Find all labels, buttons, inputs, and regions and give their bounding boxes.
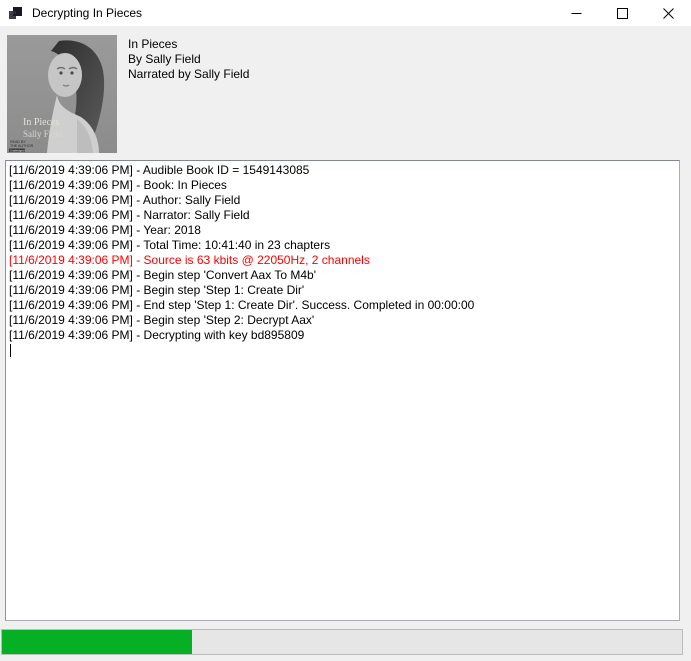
maximize-icon: [617, 8, 628, 19]
maximize-button[interactable]: [599, 0, 645, 26]
book-author: By Sally Field: [128, 52, 249, 67]
close-button[interactable]: [645, 0, 691, 26]
book-info: In Pieces By Sally Field Narrated by Sal…: [128, 37, 249, 82]
app-window: Decrypting In Pieces: [0, 0, 691, 661]
book-title: In Pieces: [128, 37, 249, 52]
log-textbox[interactable]: [11/6/2019 4:39:06 PM] - Audible Book ID…: [5, 160, 680, 621]
log-line: [11/6/2019 4:39:06 PM] - Total Time: 10:…: [9, 238, 676, 253]
book-narrator: Narrated by Sally Field: [128, 67, 249, 82]
log-line: [11/6/2019 4:39:06 PM] - Begin step 'Ste…: [9, 313, 676, 328]
close-icon: [663, 8, 674, 19]
log-line: [11/6/2019 4:39:06 PM] - Decrypting with…: [9, 328, 676, 343]
titlebar[interactable]: Decrypting In Pieces: [0, 0, 691, 26]
log-line: [11/6/2019 4:39:06 PM] - Author: Sally F…: [9, 193, 676, 208]
cover-badge-bottom: THE AUTHOR: [10, 144, 34, 148]
cover-face-shape: [48, 53, 82, 97]
log-line: [11/6/2019 4:39:06 PM] - Audible Book ID…: [9, 163, 676, 178]
cover-title-text: In Pieces: [23, 117, 59, 128]
cover-author-text: Sally Field: [23, 129, 63, 139]
log-line: [11/6/2019 4:39:06 PM] - Year: 2018: [9, 223, 676, 238]
log-line: [11/6/2019 4:39:06 PM] - Narrator: Sally…: [9, 208, 676, 223]
window-title: Decrypting In Pieces: [32, 6, 142, 20]
progress-bar: [1, 629, 683, 655]
window-controls: [553, 0, 691, 26]
cover-badge-footer: Unabridged: [10, 148, 25, 152]
log-line: [11/6/2019 4:39:06 PM] - Begin step 'Ste…: [9, 283, 676, 298]
app-icon: [8, 5, 24, 21]
log-line: [11/6/2019 4:39:06 PM] - Begin step 'Con…: [9, 268, 676, 283]
log-line: [11/6/2019 4:39:06 PM] - End step 'Step …: [9, 298, 676, 313]
minimize-icon: [571, 8, 582, 19]
log-line: [11/6/2019 4:39:06 PM] - Source is 63 kb…: [9, 253, 676, 268]
book-cover-image: In Pieces Sally Field READ BY THE AUTHOR…: [7, 35, 117, 153]
log-lines: [11/6/2019 4:39:06 PM] - Audible Book ID…: [9, 163, 676, 343]
minimize-button[interactable]: [553, 0, 599, 26]
progress-fill: [2, 630, 192, 654]
log-line: [11/6/2019 4:39:06 PM] - Book: In Pieces: [9, 178, 676, 193]
text-caret: [10, 344, 11, 357]
